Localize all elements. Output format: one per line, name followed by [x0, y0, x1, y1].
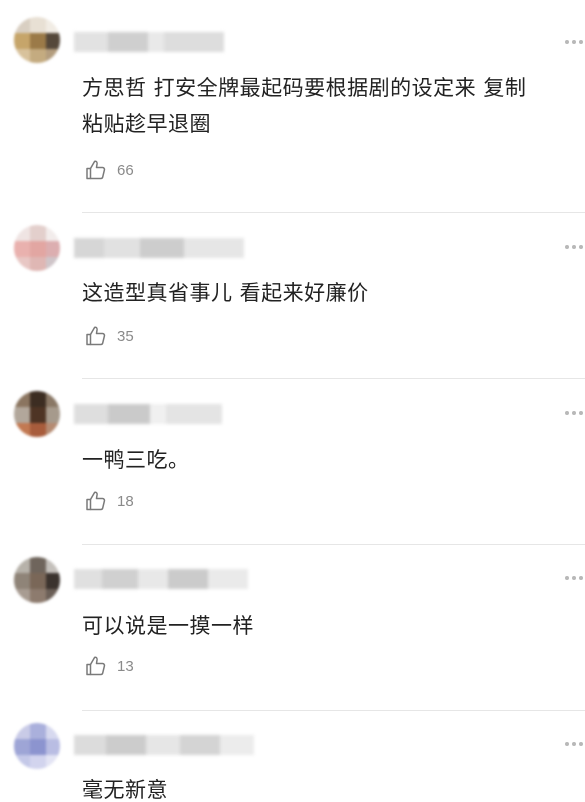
username-blurred[interactable] [74, 569, 254, 589]
thumbs-up-icon [86, 326, 106, 346]
avatar[interactable] [14, 225, 60, 271]
comment-text-line: 一鸭三吃。 [82, 448, 190, 472]
like-count: 13 [117, 657, 134, 675]
comment-text-line: 方思哲 打安全牌最起码要根据剧的设定来 复制 [82, 76, 527, 100]
more-options-icon[interactable] [565, 576, 583, 582]
like-button[interactable]: 66 [84, 158, 134, 182]
comment-item: 可以说是一摸一样 13 [0, 545, 585, 711]
thumbs-up-icon [86, 491, 106, 511]
username-blurred[interactable] [74, 404, 254, 424]
avatar[interactable] [14, 391, 60, 437]
thumbs-up-icon [86, 656, 106, 676]
comment-text: 毫无新意 [82, 772, 578, 802]
comment-text-line: 可以说是一摸一样 [82, 614, 254, 638]
comment-text: 可以说是一摸一样 [82, 608, 578, 644]
more-options-icon[interactable] [565, 245, 583, 251]
username-blurred[interactable] [74, 32, 254, 52]
more-options-icon[interactable] [565, 411, 583, 417]
comment-item: 这造型真省事儿 看起来好廉价 35 [0, 213, 585, 379]
more-options-icon[interactable] [565, 40, 583, 46]
comment-text-line: 粘贴趁早退圈 [82, 112, 211, 136]
like-count: 18 [117, 492, 134, 510]
like-count: 66 [117, 161, 134, 179]
comment-item: 一鸭三吃。 18 [0, 379, 585, 545]
avatar[interactable] [14, 17, 60, 63]
like-button[interactable]: 13 [84, 654, 134, 678]
comment-text: 方思哲 打安全牌最起码要根据剧的设定来 复制 粘贴趁早退圈 [82, 70, 578, 142]
username-blurred[interactable] [74, 735, 254, 755]
comment-item: 方思哲 打安全牌最起码要根据剧的设定来 复制 粘贴趁早退圈 66 [0, 0, 585, 213]
comment-text: 一鸭三吃。 [82, 442, 578, 478]
comment-text: 这造型真省事儿 看起来好廉价 [82, 275, 578, 311]
avatar[interactable] [14, 557, 60, 603]
comment-text-line: 毫无新意 [82, 778, 168, 802]
username-blurred[interactable] [74, 238, 254, 258]
comment-item: 毫无新意 [0, 711, 585, 802]
like-count: 35 [117, 327, 134, 345]
avatar[interactable] [14, 723, 60, 769]
more-options-icon[interactable] [565, 742, 583, 748]
thumbs-up-icon [86, 160, 106, 180]
like-button[interactable]: 35 [84, 324, 134, 348]
comment-text-line: 这造型真省事儿 看起来好廉价 [82, 281, 369, 305]
like-button[interactable]: 18 [84, 489, 134, 513]
